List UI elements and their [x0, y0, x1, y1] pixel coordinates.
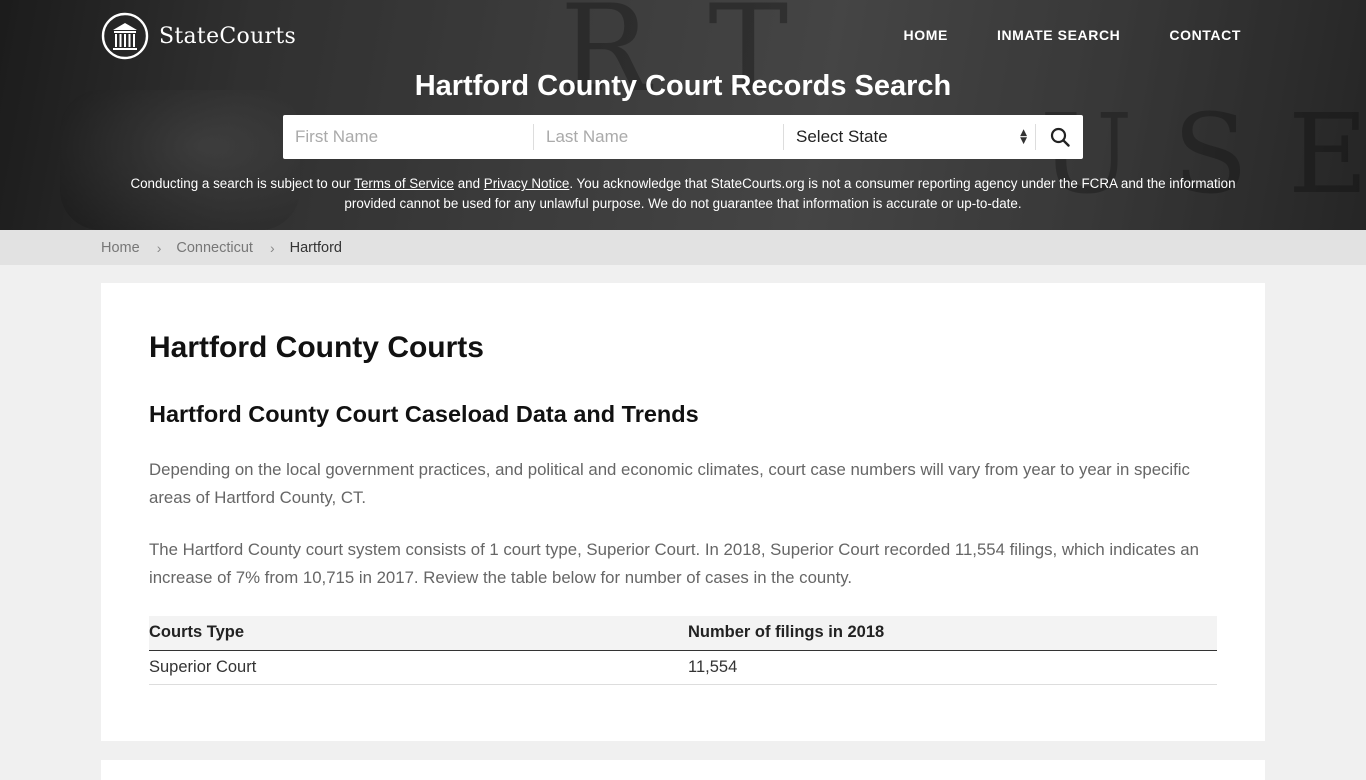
table-cell-court: Superior Court — [149, 650, 688, 685]
caseload-paragraph: The Hartford County court system consist… — [149, 540, 1199, 587]
select-arrows-icon: ▲ ▼ — [1020, 128, 1027, 146]
breadcrumb-state[interactable]: Connecticut — [176, 240, 253, 256]
content-card: Hartford County Courts Hartford County C… — [101, 283, 1265, 741]
nav-home[interactable]: HOME — [904, 27, 948, 43]
top-nav: HOME INMATE SEARCH CONTACT — [855, 27, 1241, 43]
search-form: Select State ▲▼ — [283, 115, 1083, 159]
brand-name: StateCourts — [159, 23, 297, 49]
table-header-courts-type: Courts Type — [149, 616, 688, 651]
section-title: Hartford County Court Caseload Data and … — [149, 401, 699, 427]
table-header-row: Courts Type Number of filings in 2018 — [149, 616, 1217, 651]
page-title: Hartford County Courts — [149, 331, 484, 364]
search-disclaimer: Conducting a search is subject to our Te… — [130, 176, 1236, 211]
chevron-right-icon: › — [269, 239, 275, 256]
search-icon — [1050, 127, 1070, 147]
brand-logo[interactable]: StateCourts — [101, 12, 296, 60]
last-name-input[interactable] — [546, 127, 783, 147]
breadcrumb-current: Hartford — [289, 239, 342, 256]
nav-inmate-search[interactable]: INMATE SEARCH — [997, 27, 1120, 43]
hero-title: Hartford County Court Records Search — [414, 70, 952, 102]
filings-table: Courts Type Number of filings in 2018 Su… — [149, 616, 1217, 685]
search-button[interactable] — [1036, 115, 1083, 159]
table-row: Superior Court 11,554 — [149, 650, 1217, 685]
first-name-input[interactable] — [295, 127, 533, 147]
terms-of-service-link[interactable]: Terms of Service — [354, 176, 454, 191]
courthouse-icon — [101, 12, 149, 60]
privacy-notice-link[interactable]: Privacy Notice — [484, 176, 570, 191]
chevron-right-icon: › — [156, 239, 162, 256]
next-content-card — [101, 760, 1265, 780]
intro-paragraph: Depending on the local government practi… — [149, 460, 1190, 507]
table-header-filings: Number of filings in 2018 — [688, 616, 1217, 651]
hero-banner: RT USE StateCourts HOME INMATE SEARCH CO… — [0, 0, 1366, 230]
state-select-value: Select State — [796, 127, 888, 146]
state-select[interactable]: Select State ▲ ▼ — [784, 124, 1036, 150]
breadcrumb: Home › Connecticut › Hartford — [0, 230, 1366, 265]
nav-contact[interactable]: CONTACT — [1169, 27, 1241, 43]
table-cell-filings: 11,554 — [688, 650, 1217, 685]
breadcrumb-home[interactable]: Home — [101, 240, 140, 256]
